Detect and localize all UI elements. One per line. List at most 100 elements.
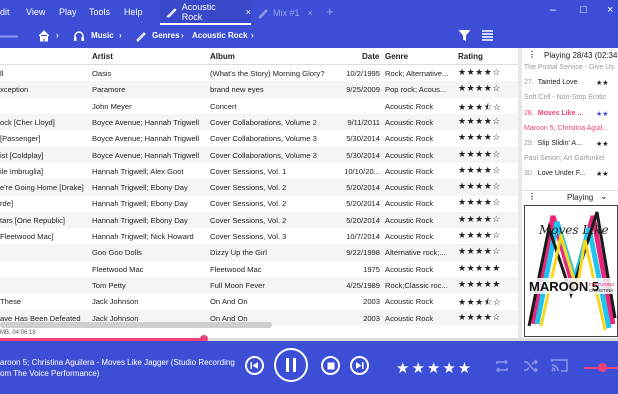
- table-row[interactable]: ist [Coldplay] Boyce Avenue; Hannah Trigw…: [0, 146, 518, 163]
- track-album: Cover Collaborations, Volume 2: [210, 117, 317, 127]
- volume-handle[interactable]: [598, 363, 607, 372]
- menu-tools[interactable]: Tools: [89, 7, 110, 17]
- track-album: Cover Sessions, Vol. 2: [210, 183, 287, 193]
- menu-help[interactable]: Help: [124, 7, 143, 17]
- menu-dots-icon[interactable]: ⋮: [528, 192, 536, 201]
- column-date[interactable]: Date: [362, 52, 379, 61]
- cast-icon[interactable]: [551, 358, 568, 373]
- next-button[interactable]: [350, 356, 369, 375]
- tab-label: Mix #1: [273, 7, 300, 18]
- track-artist: Boyce Avenue; Hannah Trigwell: [92, 150, 200, 160]
- track-rating-stars[interactable]: ★★★★☆: [458, 214, 518, 225]
- table-row[interactable]: These Jack Johnson On And On 2003 Acoustic R…: [0, 293, 518, 310]
- stop-button[interactable]: [321, 356, 340, 375]
- tab-label: Acoustic Rock: [181, 1, 216, 22]
- breadcrumb-current[interactable]: Acoustic Rock: [192, 31, 248, 40]
- queue-item[interactable]: 27. Tainted Love ★★: [524, 79, 618, 87]
- skip-next-icon: [356, 362, 364, 369]
- track-rating-stars[interactable]: ★★★★☆: [458, 246, 518, 257]
- track-date: 9/11/2011: [347, 117, 380, 127]
- add-tab-button[interactable]: +: [326, 4, 334, 19]
- table-row[interactable]: Tom Petty Full Moon Fever 4/25/1989 Rock;Cl…: [0, 276, 518, 294]
- queue-item-artist[interactable]: The Postal Service - Give Us: [524, 64, 618, 71]
- minimize-button[interactable]: –: [550, 4, 556, 16]
- track-title: [Passenger]: [0, 134, 41, 144]
- list-view-icon[interactable]: [481, 29, 494, 42]
- pause-button[interactable]: [274, 348, 308, 382]
- column-album[interactable]: Album: [210, 52, 235, 61]
- queue-item-artist[interactable]: Soft Cell - Non-Stop Erotic: [524, 94, 618, 101]
- track-date: 9/25/2009: [346, 85, 380, 95]
- table-row[interactable]: John Meyer Concert Acoustic Rock ★★★⯪☆: [0, 98, 518, 115]
- tab-acoustic-rock[interactable]: Acoustic Rock ×: [160, 0, 251, 25]
- pen-icon: [136, 32, 146, 42]
- table-row[interactable]: Goo Goo Dolls Dizzy Up the Girl 9/22/1998 A…: [0, 244, 518, 261]
- previous-button[interactable]: [245, 356, 264, 375]
- track-album: Cover Collaborations, Volume 3: [210, 150, 317, 160]
- repeat-icon[interactable]: [494, 358, 510, 374]
- breadcrumb: › Music › Genres › Acoustic Rock ›: [0, 25, 618, 48]
- album-art-title: Moves Like: [538, 223, 609, 237]
- queue-item-rating[interactable]: ★★: [596, 110, 609, 118]
- track-genre: Rock;Classic roc...: [385, 280, 448, 290]
- track-rating-stars[interactable]: ★★★★★: [458, 279, 518, 290]
- table-row[interactable]: Fleetwood Mac Fleetwood Mac 1975 Acoustic R…: [0, 261, 518, 278]
- table-row[interactable]: tars [One Republic] Hannah Trigwell; Ebon…: [0, 211, 518, 229]
- tab-close-icon[interactable]: ×: [308, 8, 313, 18]
- album-art-feat: FEATURING: [589, 282, 615, 287]
- shuffle-icon[interactable]: [523, 358, 539, 374]
- queue-item[interactable]: 29. Slip Slidin' A... ★★: [524, 140, 618, 148]
- column-genre[interactable]: Genre: [385, 52, 408, 61]
- menu-view[interactable]: View: [26, 7, 45, 17]
- restore-button[interactable]: □: [580, 4, 587, 16]
- track-rating[interactable]: ★★★★★: [396, 359, 473, 377]
- home-icon[interactable]: [38, 30, 50, 42]
- queue-item[interactable]: 30. Love Under F... ★★: [524, 170, 618, 178]
- close-button[interactable]: ×: [607, 4, 613, 16]
- chevron-right-icon: ›: [56, 31, 59, 40]
- track-date: 5/20/2014: [346, 199, 380, 209]
- chevron-right-icon: ›: [119, 31, 122, 40]
- column-rating[interactable]: Rating: [458, 52, 483, 61]
- track-rating-stars[interactable]: ★★★★☆: [458, 230, 518, 241]
- queue-item-current[interactable]: 28. Moves Like ... ★★: [524, 110, 618, 118]
- track-artist: Tom Petty: [92, 280, 126, 290]
- menu-play[interactable]: Play: [59, 7, 77, 17]
- track-rating-stars[interactable]: ★★★★☆: [458, 197, 518, 208]
- queue-item-artist-current[interactable]: Maroon 5; Christina Aguil...: [524, 125, 618, 132]
- chevron-right-icon: ›: [251, 31, 254, 40]
- table-row[interactable]: [Passenger] Boyce Avenue; Hannah Trigwell…: [0, 130, 518, 147]
- track-rating-stars[interactable]: ★★★★☆: [458, 165, 518, 176]
- track-rating-stars[interactable]: ★★★★☆: [458, 312, 518, 323]
- column-artist[interactable]: Artist: [92, 52, 113, 61]
- table-row[interactable]: e're Going Home [Drake] Hannah Trigwell; …: [0, 179, 518, 196]
- track-rating-stars[interactable]: ★★★★☆: [458, 67, 518, 78]
- track-rating-stars[interactable]: ★★★★☆: [458, 181, 518, 192]
- breadcrumb-genres[interactable]: Genres: [152, 31, 180, 40]
- queue-item-artist[interactable]: Paul Simon; Art Garfunkel: [524, 155, 618, 162]
- table-row[interactable]: ile Imbruglia] Hannah Trigwell; Alex Goot…: [0, 163, 518, 180]
- table-body: ll Oasis (What's the Story) Morning Glory?…: [0, 65, 518, 325]
- table-row[interactable]: rde] Hannah Trigwell; Ebony Day Cover Sess…: [0, 195, 518, 212]
- chevron-down-icon[interactable]: ⌄: [600, 191, 608, 202]
- table-row[interactable]: xception Paramore brand new eyes 9/25/2009 P…: [0, 81, 518, 98]
- menu-edit[interactable]: dit: [0, 7, 10, 17]
- back-arrow-icon[interactable]: [0, 31, 20, 42]
- track-rating-stars[interactable]: ★★★★☆: [458, 149, 518, 160]
- filter-icon[interactable]: [458, 29, 471, 42]
- table-row[interactable]: Fleetwood Mac] Hannah Trigwell; Nick Howa…: [0, 228, 518, 245]
- table-row[interactable]: ll Oasis (What's the Story) Morning Glory?…: [0, 65, 518, 82]
- track-rating-stars[interactable]: ★★★★☆: [458, 83, 518, 94]
- track-rating-stars[interactable]: ★★★★☆: [458, 116, 518, 127]
- queue-item-rating[interactable]: ★★: [596, 170, 609, 178]
- pause-icon: [286, 358, 296, 372]
- menu-dots-icon[interactable]: ⋮: [528, 50, 536, 59]
- track-rating-stars[interactable]: ★★★★★: [458, 263, 518, 274]
- tab-mix-1[interactable]: Mix #1 ×: [251, 0, 321, 25]
- now-playing-line-2: om The Voice Performance): [0, 369, 100, 378]
- queue-item-rating[interactable]: ★★: [596, 140, 609, 148]
- breadcrumb-music[interactable]: Music: [91, 31, 114, 40]
- track-rating-stars[interactable]: ★★★★☆: [458, 132, 518, 143]
- queue-item-rating[interactable]: ★★: [596, 79, 609, 87]
- table-row[interactable]: ock [Cher Lloyd] Boyce Avenue; Hannah Tri…: [0, 113, 518, 131]
